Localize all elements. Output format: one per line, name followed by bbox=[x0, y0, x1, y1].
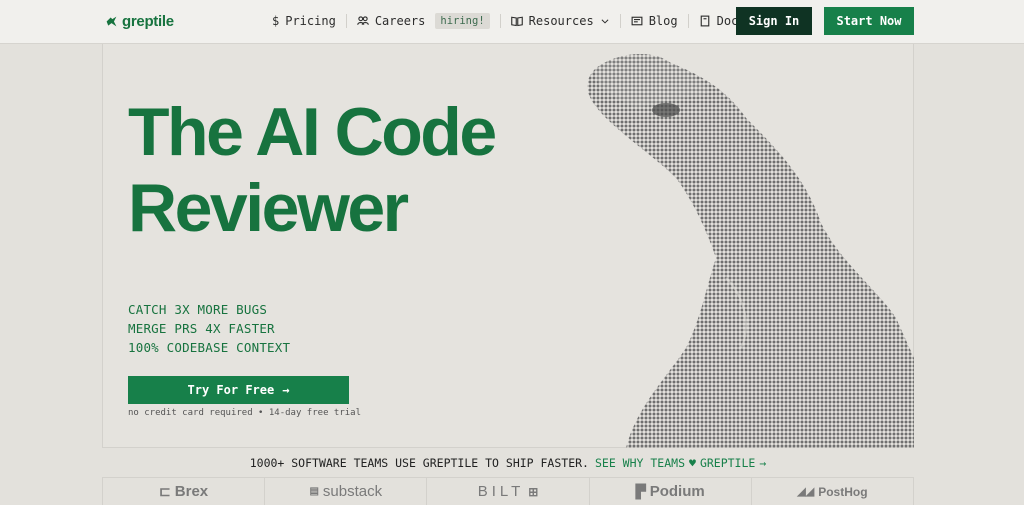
greptile-link-label: GREPTILE bbox=[699, 455, 756, 470]
heart-icon: ♥ bbox=[689, 455, 696, 470]
see-why-link[interactable]: SEE WHY TEAMS ♥ GREPTILE → bbox=[595, 456, 766, 470]
customer-logo-brex: ⊏ Brex bbox=[102, 478, 266, 505]
teams-banner: 1000+ SOFTWARE TEAMS USE GREPTILE TO SHI… bbox=[102, 448, 914, 478]
lizard-logo-icon bbox=[106, 16, 117, 26]
nav-divider bbox=[499, 14, 501, 28]
try-for-free-button[interactable]: Try For Free → bbox=[128, 376, 349, 404]
headline-line-1: The AI Code bbox=[128, 94, 497, 170]
nav-divider bbox=[345, 14, 347, 28]
lizard-illustration bbox=[587, 53, 914, 448]
brex-icon: ⊏ bbox=[159, 483, 171, 499]
teams-text: 1000+ SOFTWARE TEAMS USE GREPTILE TO SHI… bbox=[249, 455, 589, 470]
nav-pricing[interactable]: $ Pricing bbox=[272, 14, 336, 28]
cta-note: no credit card required • 14-day free tr… bbox=[128, 408, 361, 418]
podium-icon: ▛ bbox=[635, 483, 646, 499]
document-icon bbox=[700, 15, 709, 27]
posthog-icon: ◢◢ bbox=[797, 486, 815, 498]
nav-menu: $ Pricing Careers hiring! Resources Blog… bbox=[272, 11, 746, 31]
book-icon bbox=[510, 16, 523, 27]
nav-divider bbox=[619, 14, 621, 28]
sign-in-button[interactable]: Sign In bbox=[736, 7, 812, 35]
people-icon bbox=[357, 16, 369, 25]
feature-item: MERGE PRS 4X FASTER bbox=[128, 321, 275, 336]
feature-item: CATCH 3X MORE BUGS bbox=[128, 302, 268, 317]
see-why-label: SEE WHY TEAMS bbox=[594, 455, 685, 470]
customer-logo-posthog: ◢◢ PostHog bbox=[752, 478, 915, 505]
customer-logo-podium: ▛ Podium bbox=[590, 478, 752, 505]
arrow-right-icon: → bbox=[282, 383, 290, 397]
nav-blog-label: Blog bbox=[648, 14, 678, 28]
feature-item: 100% CODEBASE CONTEXT bbox=[128, 340, 291, 355]
arrow-right-icon: → bbox=[759, 455, 767, 470]
customer-logos: ⊏ Brex ▤ substack BILT ⊞ ▛ Podium ◢◢ Pos… bbox=[102, 478, 915, 505]
nav-careers-label: Careers bbox=[374, 14, 426, 28]
feature-list: CATCH 3X MORE BUGS MERGE PRS 4X FASTER 1… bbox=[128, 300, 290, 357]
chevron-down-icon bbox=[601, 19, 609, 24]
nav-pricing-label: Pricing bbox=[285, 14, 336, 28]
nav-resources[interactable]: Resources bbox=[510, 14, 610, 28]
nav-careers[interactable]: Careers hiring! bbox=[357, 13, 490, 29]
hiring-badge: hiring! bbox=[435, 13, 490, 29]
headline-line-2: Reviewer bbox=[128, 170, 409, 246]
top-nav: greptile $ Pricing Careers hiring! Resou… bbox=[0, 0, 1024, 44]
bilt-grid-icon: ⊞ bbox=[528, 484, 539, 499]
nav-resources-label: Resources bbox=[528, 14, 594, 28]
customer-logo-substack: ▤ substack bbox=[265, 478, 428, 505]
brand-logo[interactable]: greptile bbox=[105, 12, 174, 30]
customer-logo-bilt: BILT ⊞ bbox=[427, 478, 590, 505]
nav-blog[interactable]: Blog bbox=[631, 14, 678, 28]
newspaper-icon bbox=[631, 16, 643, 26]
nav-divider bbox=[687, 14, 689, 28]
dollar-icon: $ bbox=[272, 14, 280, 28]
substack-icon: ▤ bbox=[309, 486, 319, 497]
hero-headline: The AI Code Reviewer bbox=[128, 94, 548, 246]
cta-label: Try For Free bbox=[187, 383, 275, 397]
brand-name: greptile bbox=[122, 12, 174, 30]
start-now-button[interactable]: Start Now bbox=[824, 7, 914, 35]
